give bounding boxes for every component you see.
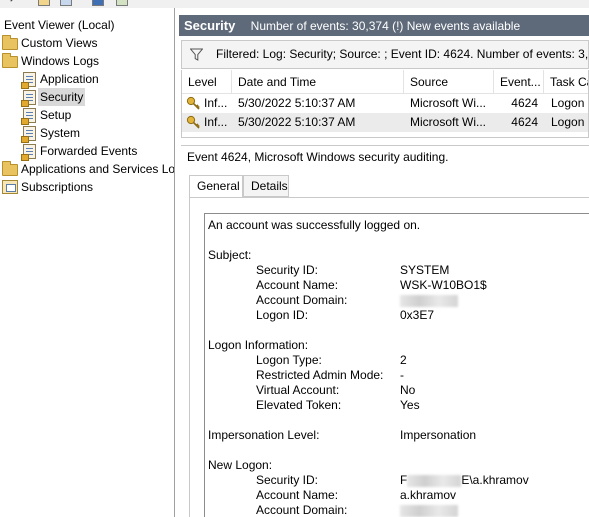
folder-icon bbox=[2, 35, 18, 51]
field-value: - bbox=[400, 368, 404, 382]
cell-event-id: 4624 bbox=[511, 96, 538, 110]
cell-source: Microsoft Wi... bbox=[410, 96, 487, 110]
field-value: 2 bbox=[400, 353, 407, 367]
log-icon bbox=[21, 71, 37, 89]
field-value: F E\a.khramov bbox=[400, 473, 529, 488]
event-message-textbox[interactable]: An account was successfully logged on. S… bbox=[204, 213, 589, 517]
field-label: Elevated Token: bbox=[256, 398, 342, 412]
field-value: a.khramov bbox=[400, 488, 457, 502]
field-value: WSK-W10BO1$ bbox=[400, 278, 487, 292]
show-hide-pane-toolbar-icon[interactable] bbox=[116, 0, 128, 6]
field-label: Security ID: bbox=[256, 263, 319, 277]
cell-source: Microsoft Wi... bbox=[410, 115, 487, 129]
field-label: Account Domain: bbox=[256, 293, 348, 307]
field-value: SYSTEM bbox=[400, 263, 450, 277]
filter-description: Filtered: Log: Security; Source: ; Event… bbox=[216, 47, 589, 61]
navigation-tree: Event Viewer (Local) Custom Views Window… bbox=[0, 8, 175, 517]
properties-toolbar-icon[interactable] bbox=[60, 0, 72, 6]
tree-item-subscriptions[interactable]: Subscriptions bbox=[2, 178, 93, 196]
field-label: Virtual Account: bbox=[256, 383, 340, 397]
cell-level: Inf... bbox=[204, 96, 228, 110]
event-count-status: Number of events: 30,374 (!) New events … bbox=[250, 19, 521, 33]
new-logon-heading: New Logon: bbox=[208, 458, 273, 472]
field-label: Account Name: bbox=[256, 278, 339, 292]
folder-toolbar-icon[interactable] bbox=[38, 0, 50, 6]
column-header-event-id[interactable]: Event... bbox=[494, 70, 544, 94]
funnel-icon bbox=[190, 48, 203, 61]
tree-item-label: System bbox=[40, 126, 81, 140]
tab-general[interactable]: General bbox=[189, 175, 243, 198]
key-icon bbox=[186, 115, 200, 129]
help-toolbar-icon[interactable] bbox=[92, 0, 104, 6]
logon-info-heading: Logon Information: bbox=[208, 338, 309, 352]
redacted-value bbox=[400, 503, 458, 517]
log-icon bbox=[21, 143, 37, 161]
tree-item-application[interactable]: Application bbox=[21, 70, 99, 89]
field-label: Logon ID: bbox=[256, 308, 309, 322]
table-row[interactable]: Inf... 5/30/2022 5:10:37 AM Microsoft Wi… bbox=[182, 94, 588, 113]
log-title: Security bbox=[184, 18, 236, 33]
tree-item-label: Setup bbox=[40, 108, 72, 122]
field-label: Security ID: bbox=[256, 473, 319, 487]
field-label: Logon Type: bbox=[256, 353, 322, 367]
cell-task-category: Logon bbox=[551, 96, 585, 110]
event-list: Level Date and Time Source Event... Task… bbox=[181, 70, 589, 138]
log-icon bbox=[21, 89, 37, 107]
tree-item-label: Application bbox=[40, 72, 99, 86]
tree-item-label: Custom Views bbox=[21, 36, 98, 50]
cell-date-time: 5/30/2022 5:10:37 AM bbox=[238, 115, 356, 129]
tree-item-forwarded-events[interactable]: Forwarded Events bbox=[21, 142, 138, 161]
tree-item-windows-logs[interactable]: Windows Logs bbox=[2, 52, 99, 70]
cell-event-id: 4624 bbox=[511, 115, 538, 129]
filter-bar: Filtered: Log: Security; Source: ; Event… bbox=[181, 40, 589, 69]
tree-item-system[interactable]: System bbox=[21, 124, 81, 143]
event-list-header: Level Date and Time Source Event... Task… bbox=[182, 70, 588, 94]
tree-item-applications-and-services[interactable]: Applications and Services Lo bbox=[2, 160, 175, 178]
tree-item-event-viewer-local[interactable]: Event Viewer (Local) bbox=[4, 16, 115, 34]
tree-item-label: Event Viewer (Local) bbox=[4, 18, 115, 32]
key-icon bbox=[186, 96, 200, 110]
tree-item-label: Security bbox=[38, 88, 86, 106]
cell-level: Inf... bbox=[204, 115, 228, 129]
field-label: Account Name: bbox=[256, 488, 339, 502]
message-intro: An account was successfully logged on. bbox=[208, 218, 421, 232]
security-id-suffix: E\a.khramov bbox=[461, 473, 529, 487]
event-details-title: Event 4624, Microsoft Windows security a… bbox=[181, 145, 589, 167]
cell-task-category: Logon bbox=[551, 115, 585, 129]
tree-item-custom-views[interactable]: Custom Views bbox=[2, 34, 97, 52]
field-value: Yes bbox=[400, 398, 420, 412]
tree-item-label: Forwarded Events bbox=[40, 144, 138, 158]
field-value: 0x3E7 bbox=[400, 308, 435, 322]
forward-arrow-icon[interactable]: ➜ bbox=[6, 0, 16, 5]
log-icon bbox=[21, 125, 37, 143]
tree-item-setup[interactable]: Setup bbox=[21, 106, 72, 125]
log-header-bar: Security Number of events: 30,374 (!) Ne… bbox=[179, 15, 589, 36]
column-header-date-time[interactable]: Date and Time bbox=[232, 70, 404, 94]
field-value: Impersonation bbox=[400, 428, 477, 442]
column-header-source[interactable]: Source bbox=[404, 70, 494, 94]
folder-icon bbox=[2, 161, 18, 177]
column-header-task-category[interactable]: Task Ca bbox=[544, 70, 588, 94]
field-label: Impersonation Level: bbox=[208, 428, 320, 442]
log-icon bbox=[21, 107, 37, 125]
tree-item-security[interactable]: Security bbox=[21, 88, 86, 107]
table-row[interactable]: Inf... 5/30/2022 5:10:37 AM Microsoft Wi… bbox=[182, 113, 588, 132]
tree-item-label: Windows Logs bbox=[21, 54, 100, 68]
subscriptions-icon bbox=[2, 179, 18, 195]
folder-icon bbox=[2, 53, 18, 69]
toolbar: ➜ bbox=[0, 0, 589, 8]
security-id-prefix: F bbox=[400, 473, 408, 487]
tree-item-label: Subscriptions bbox=[21, 180, 94, 194]
field-label: Account Domain: bbox=[256, 503, 348, 517]
field-label: Restricted Admin Mode: bbox=[256, 368, 384, 382]
tab-details[interactable]: Details bbox=[243, 175, 289, 197]
cell-date-time: 5/30/2022 5:10:37 AM bbox=[238, 96, 356, 110]
tree-item-label: Applications and Services Lo bbox=[21, 162, 175, 176]
redacted-value bbox=[400, 293, 458, 308]
column-header-level[interactable]: Level bbox=[182, 70, 232, 94]
subject-heading: Subject: bbox=[208, 248, 252, 262]
field-value: No bbox=[400, 383, 416, 397]
